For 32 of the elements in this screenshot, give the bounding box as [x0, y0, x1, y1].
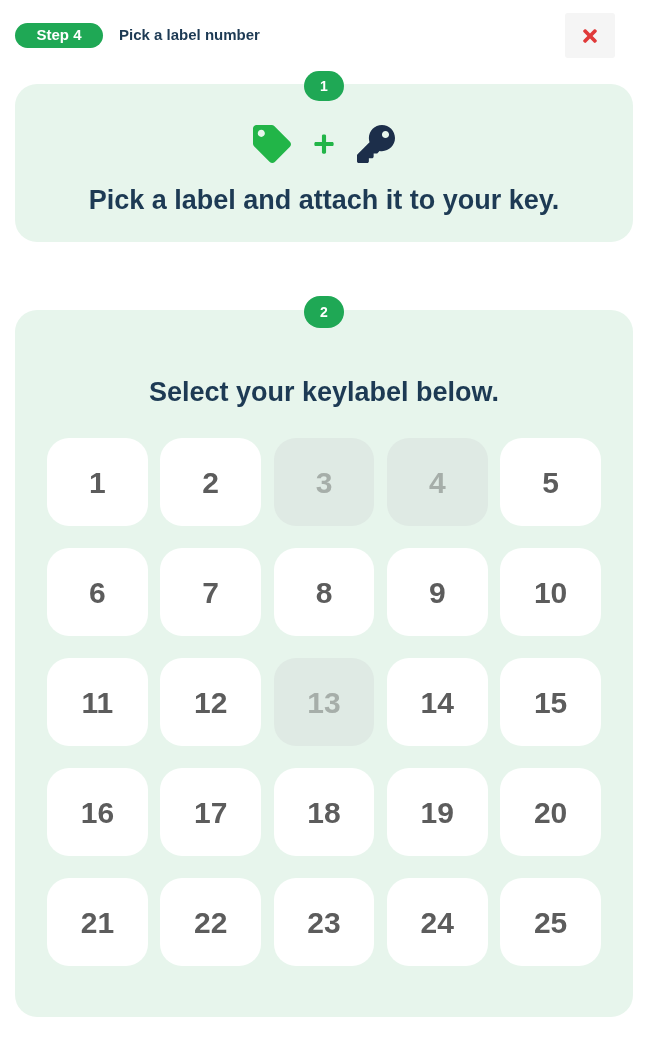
- label-number-button[interactable]: 21: [47, 878, 148, 966]
- step-number-badge: 1: [304, 71, 344, 101]
- label-number-button[interactable]: 25: [500, 878, 601, 966]
- label-number-button[interactable]: 1: [47, 438, 148, 526]
- label-number-button[interactable]: 16: [47, 768, 148, 856]
- label-number-button[interactable]: 10: [500, 548, 601, 636]
- label-number-button[interactable]: 20: [500, 768, 601, 856]
- label-number-button[interactable]: 7: [160, 548, 262, 636]
- plus-icon: [313, 133, 335, 155]
- label-number-button[interactable]: 14: [386, 658, 488, 746]
- label-number-button[interactable]: 17: [160, 768, 262, 856]
- step-badge: Step 4: [15, 23, 103, 48]
- label-number-button[interactable]: 11: [47, 658, 148, 746]
- step-number-badge: 2: [304, 296, 344, 328]
- tag-icon: [253, 125, 291, 163]
- label-number-button[interactable]: 23: [273, 878, 375, 966]
- page-title: Pick a label number: [119, 25, 260, 46]
- label-number-button[interactable]: 24: [386, 878, 488, 966]
- selection-heading: Select your keylabel below.: [148, 376, 500, 409]
- label-number-button[interactable]: 9: [386, 548, 488, 636]
- label-number-button[interactable]: 6: [47, 548, 148, 636]
- label-number-button[interactable]: 12: [160, 658, 262, 746]
- label-number-button[interactable]: 22: [160, 878, 262, 966]
- label-number-button[interactable]: 5: [500, 438, 601, 526]
- label-number-button[interactable]: 8: [273, 548, 375, 636]
- label-number-button[interactable]: 15: [500, 658, 601, 746]
- label-number-button[interactable]: 18: [273, 768, 375, 856]
- label-number-button[interactable]: 19: [386, 768, 488, 856]
- label-number-button[interactable]: 2: [160, 438, 262, 526]
- key-icon: [357, 125, 395, 163]
- close-button[interactable]: [565, 13, 615, 58]
- intro-text: Pick a label and attach it to your key.: [88, 184, 560, 217]
